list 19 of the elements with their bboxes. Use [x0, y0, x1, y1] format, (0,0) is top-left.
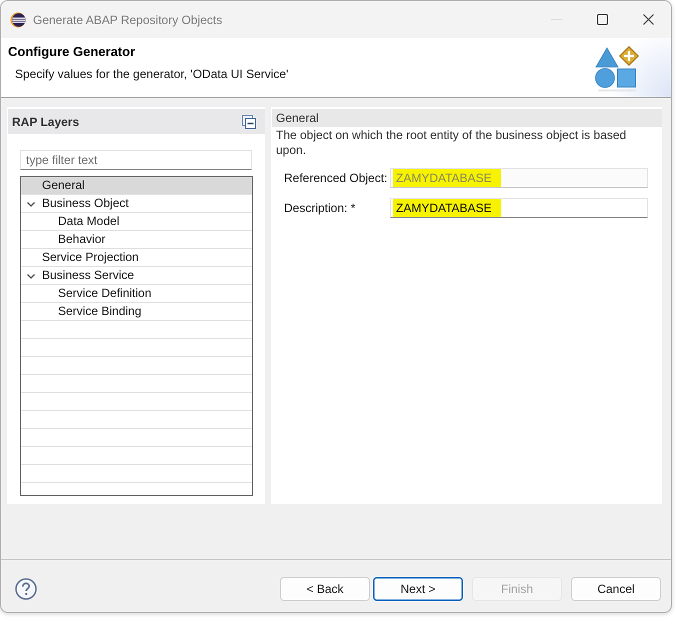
- field-label: Description: *: [284, 201, 356, 215]
- app-logo-icon: [10, 12, 26, 28]
- input-field[interactable]: ZAMYDATABASE: [390, 198, 648, 218]
- help-icon[interactable]: [15, 578, 37, 600]
- panel-title: RAP Layers: [12, 114, 80, 128]
- page-title: Configure Generator: [8, 43, 136, 61]
- window-title: Generate ABAP Repository Objects: [33, 12, 222, 26]
- page-subtitle: Specify values for the generator, 'OData UI Service': [15, 67, 290, 82]
- tree-item[interactable]: General: [21, 177, 252, 195]
- dialog-button[interactable]: < Back: [280, 576, 370, 600]
- field-label: Referenced Object:: [284, 171, 388, 185]
- dialog-button[interactable]: Next >: [373, 576, 463, 600]
- filter-field[interactable]: type filter text: [20, 150, 252, 170]
- section-header: General: [272, 109, 662, 127]
- dialog-button[interactable]: Cancel: [571, 576, 661, 600]
- collapse-all-icon[interactable]: [242, 114, 256, 128]
- shapes-icon: [594, 46, 640, 92]
- section-description: The object on which the root entity of the business object is based upon.: [276, 128, 628, 158]
- input-field: ZAMYDATABASE: [390, 168, 648, 188]
